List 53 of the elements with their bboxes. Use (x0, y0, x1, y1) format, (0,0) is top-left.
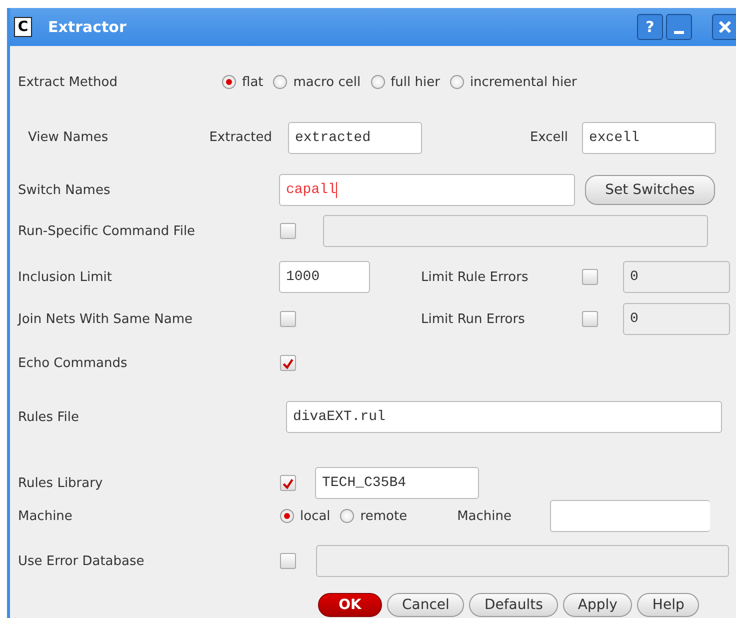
field-label: Echo Commands (18, 356, 128, 370)
dialog-button[interactable]: OK (318, 593, 382, 617)
field-label: Extract Method (18, 74, 118, 90)
text-field[interactable]: extracted (288, 122, 422, 154)
checkbox[interactable] (280, 355, 296, 371)
minimize-button[interactable] (666, 14, 692, 40)
checkbox[interactable] (582, 311, 598, 327)
dialog-button[interactable]: Cancel (387, 593, 464, 617)
checkbox[interactable] (280, 223, 296, 239)
text-field[interactable]: TECH_C35B4 (315, 467, 479, 499)
radio-option[interactable]: remote (340, 508, 408, 524)
text-field[interactable]: 1000 (279, 261, 370, 293)
text-field[interactable]: capall (279, 174, 575, 206)
field-label: View Names (27, 130, 110, 145)
field-label: Join Nets With Same Name (18, 312, 194, 326)
field-label: Machine (457, 508, 512, 524)
dialog-button[interactable]: Defaults (469, 593, 558, 617)
text-field[interactable]: 0 (623, 261, 730, 293)
help-button[interactable]: ? (637, 14, 663, 40)
close-button[interactable] (712, 14, 736, 40)
minimize-icon (674, 30, 684, 34)
field-label: Inclusion Limit (18, 270, 114, 284)
checkbox[interactable] (280, 553, 296, 569)
field-label: Rules Library (18, 476, 104, 490)
text-field[interactable] (323, 215, 708, 247)
dialog-button[interactable]: Help (637, 593, 700, 617)
text-field[interactable]: excell (582, 122, 716, 154)
set-switches-button[interactable]: Set Switches (585, 175, 715, 205)
text-field[interactable]: 0 (623, 303, 730, 335)
text-field[interactable] (316, 545, 729, 577)
field-label: Excell (528, 130, 568, 145)
field-label: Switch Names (18, 182, 112, 198)
close-icon (718, 20, 732, 34)
radio-option[interactable]: incremental hier (450, 74, 577, 90)
text-field[interactable]: divaEXT.rul (286, 401, 722, 433)
dialog-button[interactable]: Apply (562, 593, 632, 617)
radio-option[interactable]: full hier (370, 74, 440, 90)
field-label: Run-Specific Command File (18, 224, 196, 238)
field-label: Machine (18, 508, 74, 524)
checkbox[interactable] (582, 269, 598, 285)
field-label: Rules File (18, 410, 80, 424)
radio-option[interactable]: macro cell (273, 74, 361, 90)
field-label: Use Error Database (18, 554, 146, 568)
radio-option[interactable]: flat (222, 74, 264, 90)
field-label: Extracted (208, 130, 272, 145)
text-field[interactable] (550, 500, 710, 532)
window-title: Extractor (48, 18, 126, 36)
field-label: Limit Rule Errors (421, 270, 530, 284)
radio-option[interactable]: local (280, 508, 330, 524)
field-label: Limit Run Errors (421, 312, 526, 326)
checkbox[interactable] (280, 311, 296, 327)
app-icon: C (14, 17, 32, 37)
checkbox[interactable] (280, 475, 296, 491)
